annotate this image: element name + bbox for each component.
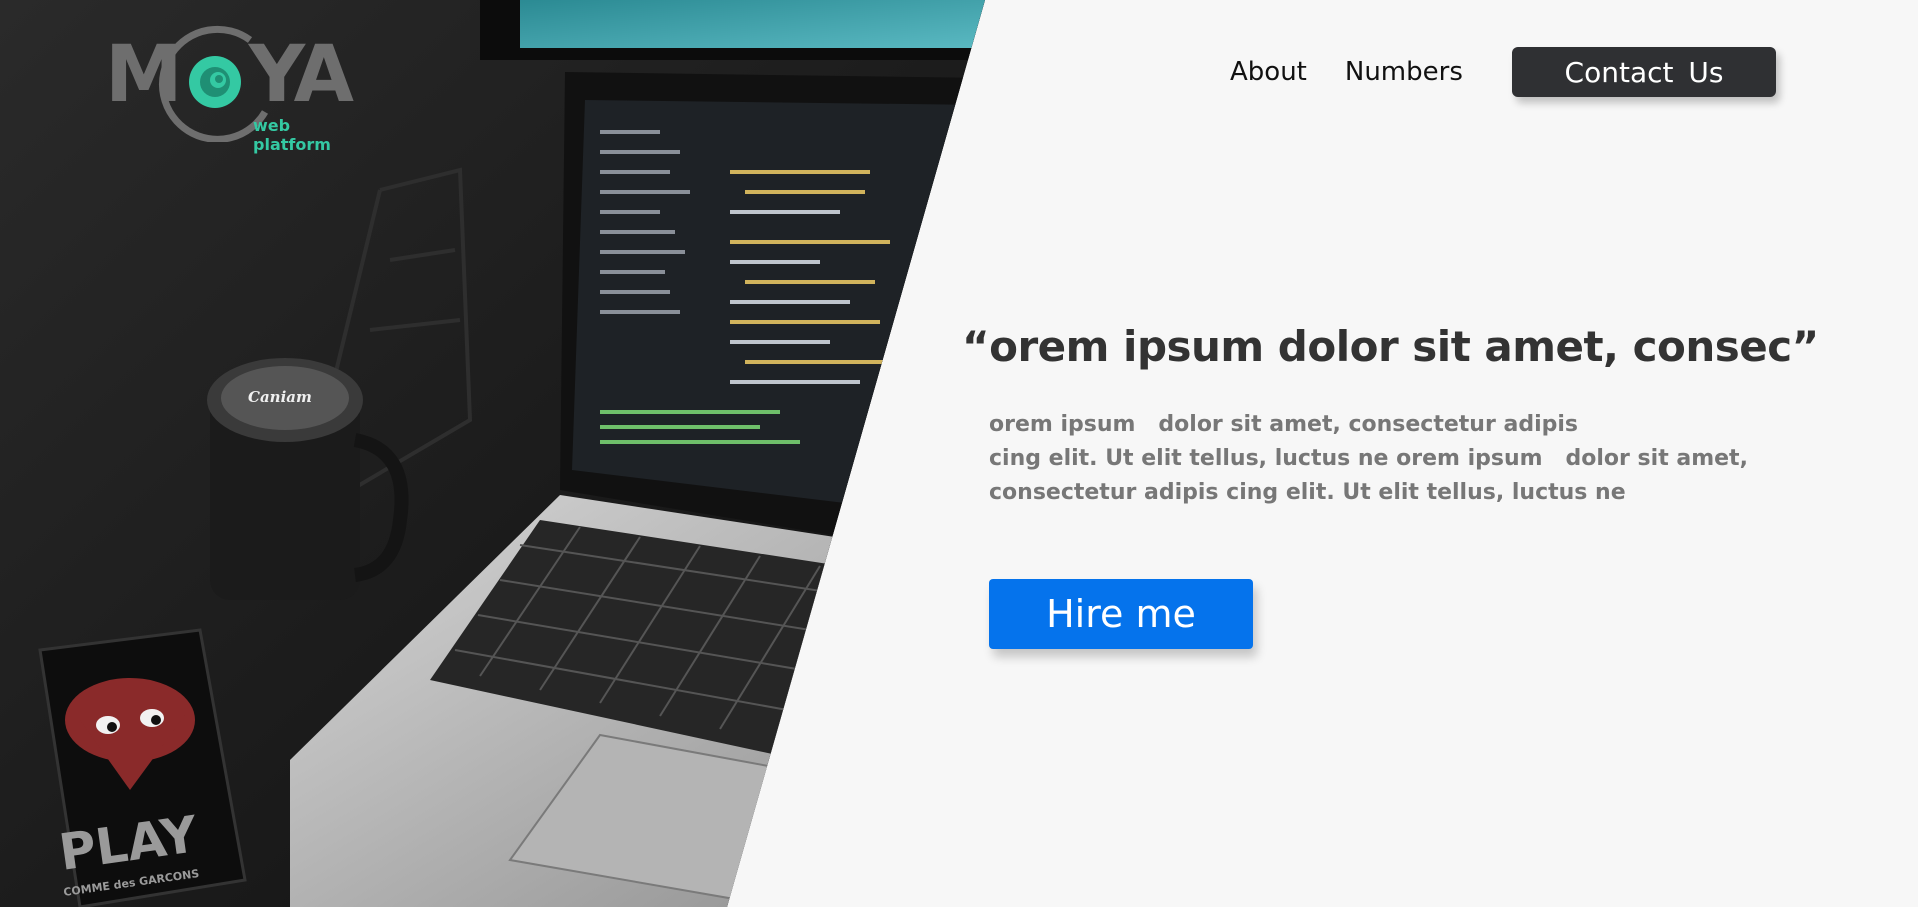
contact-us-button[interactable]: Contact Us <box>1512 47 1776 97</box>
monitor-screen <box>520 0 985 48</box>
logo-wordmark: M YA <box>105 36 354 114</box>
main-nav: About Numbers <box>1230 44 1501 100</box>
hero-body-line: consectetur adipis cing elit. Ut elit te… <box>989 480 1626 505</box>
logo-subtitle: web platform <box>253 116 331 154</box>
hero-body-line: orem ipsum dolor sit amet, consectetur a… <box>989 412 1578 437</box>
hero-body-line: cing elit. Ut elit tellus, luctus ne ore… <box>989 446 1748 471</box>
logo-text-right: YA <box>248 30 354 120</box>
laptop-screen <box>560 72 985 560</box>
hero-title: “orem ipsum dolor sit amet, consec” <box>962 322 1819 371</box>
hire-me-button[interactable]: Hire me <box>989 579 1253 649</box>
lens-cap-text: Caniam <box>248 388 312 406</box>
hero-body: orem ipsum dolor sit amet, consectetur a… <box>989 408 1748 510</box>
brand-logo[interactable]: M YA web platform <box>105 22 365 154</box>
logo-text-left: M <box>105 30 183 120</box>
nav-numbers-link[interactable]: Numbers <box>1345 57 1463 87</box>
nav-about-link[interactable]: About <box>1230 57 1307 87</box>
